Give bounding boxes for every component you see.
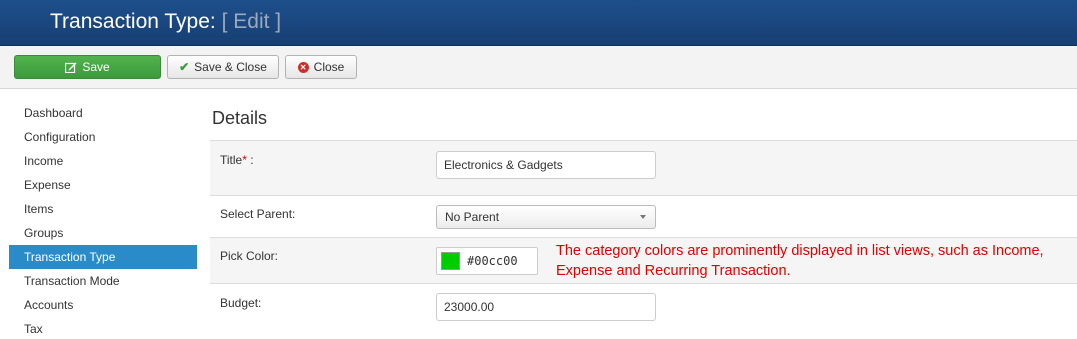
- title-input[interactable]: Electronics & Gadgets: [436, 151, 656, 179]
- sidebar-item-income[interactable]: Income: [9, 149, 197, 173]
- close-circle-icon: ✕: [297, 61, 309, 73]
- title-label-suffix: :: [246, 153, 254, 167]
- sidebar-item-dashboard[interactable]: Dashboard: [9, 101, 197, 125]
- budget-row: Budget: 23000.00: [210, 283, 1077, 333]
- budget-label: Budget:: [220, 296, 262, 310]
- sidebar-item-items[interactable]: Items: [9, 197, 197, 221]
- details-heading: Details: [212, 108, 268, 128]
- close-button[interactable]: ✕ Close: [285, 55, 357, 79]
- sidebar-item-groups[interactable]: Groups: [9, 221, 197, 245]
- details-form: Title* : Electronics & Gadgets Select Pa…: [210, 140, 1077, 333]
- check-icon: ✔: [179, 60, 190, 74]
- page-title-text: Transaction Type:: [50, 10, 216, 33]
- color-row: Pick Color: #00cc00 The category colors …: [210, 237, 1077, 283]
- color-picker-input[interactable]: #00cc00: [436, 247, 538, 275]
- parent-select-value: No Parent: [445, 210, 500, 224]
- sidebar-item-expense[interactable]: Expense: [9, 173, 197, 197]
- sidebar: Dashboard Configuration Income Expense I…: [9, 101, 197, 339]
- color-value: #00cc00: [467, 254, 518, 268]
- title-label: Title* :: [220, 153, 254, 167]
- sidebar-item-transaction-type[interactable]: Transaction Type: [9, 245, 197, 269]
- save-close-button-label: Save & Close: [194, 60, 267, 74]
- color-label: Pick Color:: [220, 249, 279, 263]
- edit-icon: [65, 62, 77, 73]
- sidebar-item-tax[interactable]: Tax: [9, 317, 197, 339]
- color-note: The category colors are prominently disp…: [556, 243, 1044, 279]
- parent-select[interactable]: No Parent: [436, 205, 656, 229]
- save-button[interactable]: Save: [14, 55, 161, 79]
- chevron-down-icon: [640, 215, 646, 219]
- sidebar-item-configuration[interactable]: Configuration: [9, 125, 197, 149]
- title-row: Title* : Electronics & Gadgets: [210, 140, 1077, 195]
- toolbar: Save ✔ Save & Close ✕ Close: [0, 46, 1077, 89]
- page-header: Transaction Type: [ Edit ]: [0, 0, 1077, 46]
- close-button-label: Close: [313, 60, 345, 74]
- budget-input[interactable]: 23000.00: [436, 293, 656, 321]
- save-button-label: Save: [82, 60, 110, 74]
- sidebar-item-accounts[interactable]: Accounts: [9, 293, 197, 317]
- sidebar-item-transaction-mode[interactable]: Transaction Mode: [9, 269, 197, 293]
- page-mode: [ Edit ]: [221, 10, 282, 33]
- parent-label: Select Parent:: [220, 207, 296, 221]
- save-close-button[interactable]: ✔ Save & Close: [167, 55, 279, 79]
- color-swatch[interactable]: [441, 252, 460, 270]
- page-title: Transaction Type: [ Edit ]: [50, 10, 281, 34]
- title-label-text: Title: [220, 153, 243, 167]
- parent-row: Select Parent: No Parent: [210, 195, 1077, 237]
